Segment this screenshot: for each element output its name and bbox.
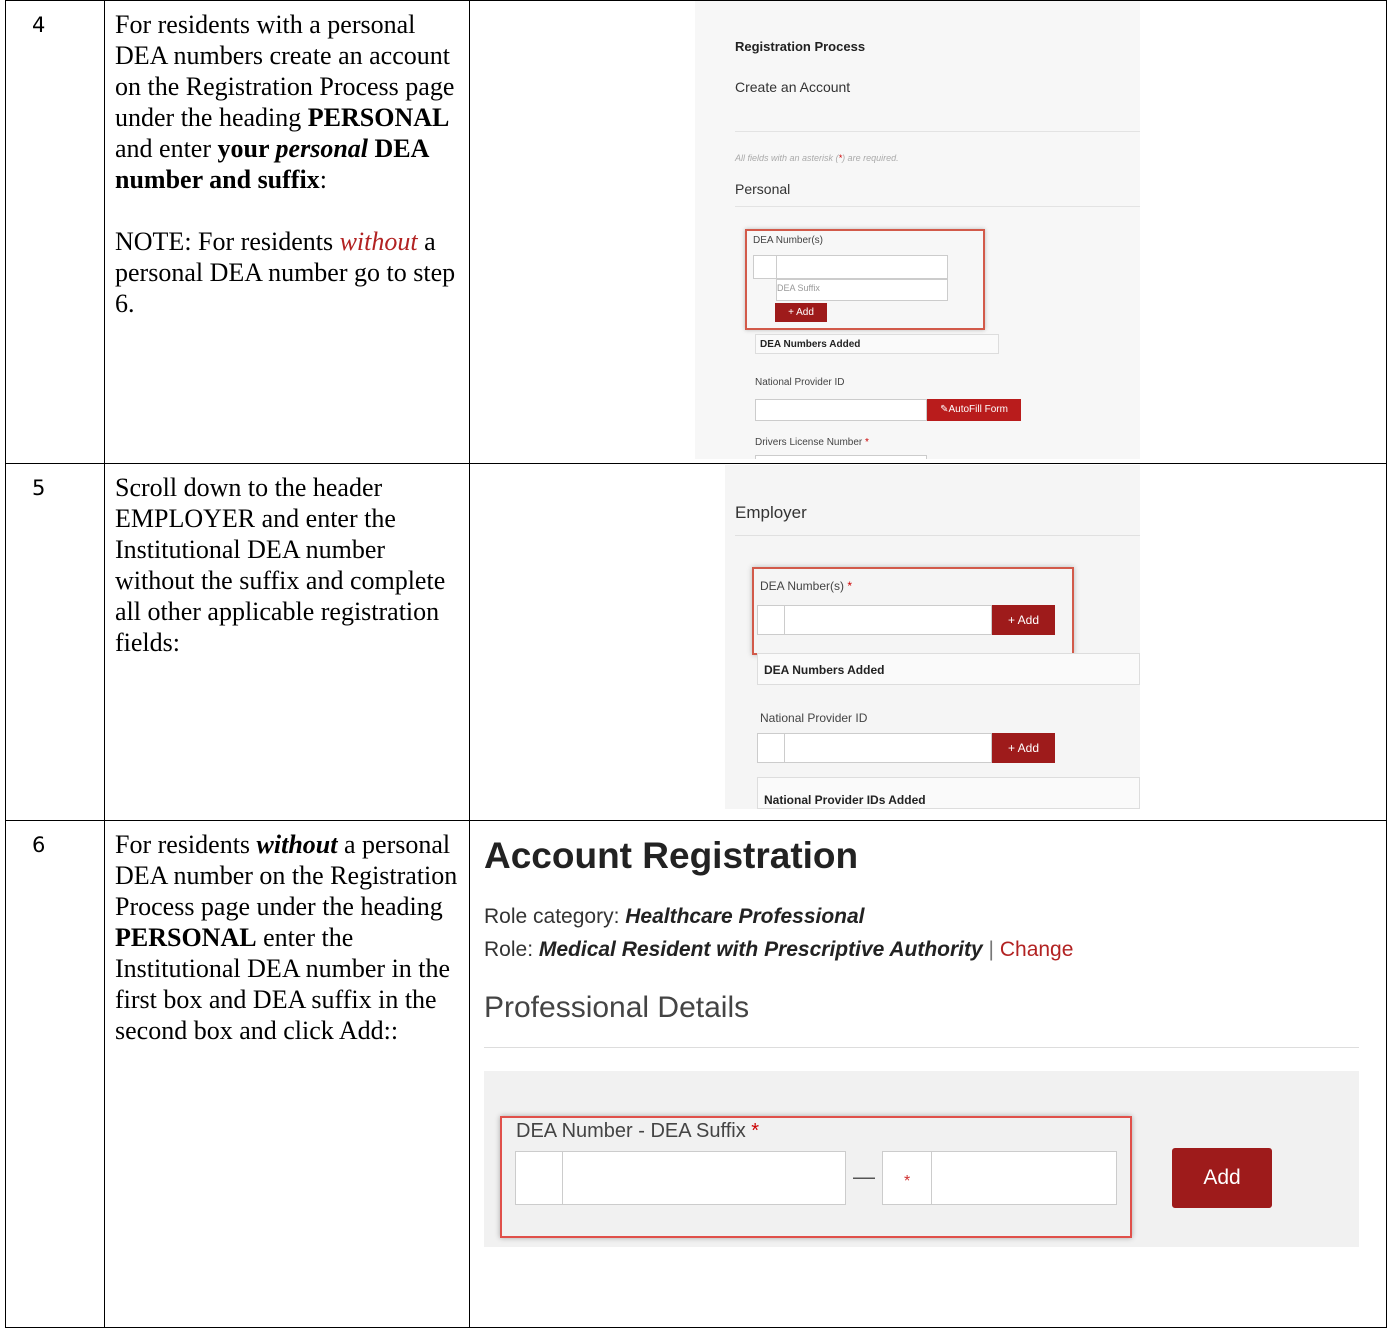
npi-prefix-box[interactable] bbox=[757, 733, 785, 763]
step-number: 5 bbox=[32, 476, 46, 500]
change-link[interactable]: Change bbox=[1000, 938, 1074, 961]
note-emphasis: without bbox=[339, 227, 418, 256]
account-registration-screenshot: Account Registration Role category: Heal… bbox=[470, 821, 1359, 1247]
step-text-cell: For residents without a personal DEA num… bbox=[104, 820, 470, 1328]
step-row-4: 4 For residents with a personal DEA numb… bbox=[5, 0, 1387, 464]
dea-suffix-input[interactable] bbox=[931, 1151, 1117, 1205]
instruction-text: and enter bbox=[115, 134, 218, 163]
dea-number-input[interactable] bbox=[562, 1151, 846, 1205]
dea-number-label: DEA Number(s) bbox=[753, 235, 824, 246]
employer-screenshot: Employer DEA Number(s) * + Add DEA Numbe… bbox=[725, 465, 1140, 809]
required-note: All fields with an asterisk (*) are requ… bbox=[735, 153, 899, 163]
dea-number-input[interactable] bbox=[784, 605, 992, 635]
step-screenshot-cell: Registration Process Create an Account A… bbox=[469, 0, 1387, 464]
divider bbox=[735, 131, 1140, 132]
steps-table: 4 For residents with a personal DEA numb… bbox=[5, 0, 1387, 1328]
section-title: Professional Details bbox=[484, 991, 750, 1024]
step-number-cell: 4 bbox=[5, 0, 105, 464]
dea-suffix-placeholder: DEA Suffix bbox=[777, 283, 820, 293]
dea-prefix-box[interactable] bbox=[515, 1151, 563, 1205]
step-text-cell: For residents with a personal DEA number… bbox=[104, 0, 470, 464]
dea-number-suffix-label: DEA Number - DEA Suffix * bbox=[516, 1120, 760, 1142]
instruction-text: : bbox=[319, 165, 327, 194]
section-title: Personal bbox=[735, 181, 791, 197]
step-text-cell: Scroll down to the header EMPLOYER and e… bbox=[104, 463, 470, 821]
page-title: Account Registration bbox=[484, 835, 859, 876]
divider bbox=[484, 1047, 1359, 1048]
step-screenshot-cell: Employer DEA Number(s) * + Add DEA Numbe… bbox=[469, 463, 1387, 821]
page-subheading: Create an Account bbox=[735, 79, 851, 95]
step-number: 6 bbox=[32, 833, 46, 857]
step-note: NOTE: For residents without a personal D… bbox=[115, 226, 459, 319]
dea-number-label: DEA Number(s) * bbox=[760, 579, 853, 593]
instruction-emphasis: personal bbox=[275, 134, 369, 163]
npi-ids-added: National Provider IDs Added bbox=[757, 777, 1140, 809]
separator-dash: — bbox=[853, 1164, 875, 1189]
add-button[interactable]: + Add bbox=[992, 605, 1055, 635]
add-button[interactable]: Add bbox=[1172, 1148, 1272, 1208]
npi-add-button[interactable]: + Add bbox=[992, 733, 1055, 763]
npi-label: National Provider ID bbox=[755, 377, 845, 388]
step-row-6: 6 For residents without a personal DEA n… bbox=[5, 820, 1387, 1328]
step-number: 4 bbox=[32, 13, 46, 37]
dea-numbers-added: DEA Numbers Added bbox=[757, 653, 1140, 685]
step-number-cell: 5 bbox=[5, 463, 105, 821]
instruction-emphasis: PERSONAL bbox=[307, 103, 450, 132]
section-title: Employer bbox=[735, 503, 807, 522]
divider bbox=[735, 206, 1140, 207]
dea-numbers-added: DEA Numbers Added bbox=[755, 334, 999, 354]
note-text: NOTE: For residents bbox=[115, 227, 340, 256]
step-instruction: For residents without a personal DEA num… bbox=[115, 829, 459, 1046]
instruction-emphasis: without bbox=[256, 830, 338, 859]
add-button[interactable]: + Add bbox=[775, 303, 827, 322]
dea-number-input[interactable] bbox=[776, 255, 948, 279]
step-instruction: Scroll down to the header EMPLOYER and e… bbox=[115, 473, 446, 657]
divider bbox=[735, 535, 1140, 536]
step-screenshot-cell: Account Registration Role category: Heal… bbox=[469, 820, 1387, 1328]
required-mark: * bbox=[904, 1173, 911, 1190]
autofill-button[interactable]: ✎AutoFill Form bbox=[927, 399, 1021, 421]
role-category: Role category: Healthcare Professional bbox=[484, 905, 865, 928]
step-number-cell: 6 bbox=[5, 820, 105, 1328]
registration-screenshot: Registration Process Create an Account A… bbox=[695, 1, 1140, 459]
drivers-license-input[interactable] bbox=[755, 455, 927, 459]
drivers-license-label: Drivers License Number * bbox=[755, 437, 869, 448]
dea-prefix-box[interactable] bbox=[753, 255, 777, 279]
instruction-emphasis: PERSONAL bbox=[115, 923, 257, 952]
instruction-text: For residents bbox=[115, 830, 257, 859]
npi-input[interactable] bbox=[784, 733, 992, 763]
step-row-5: 5 Scroll down to the header EMPLOYER and… bbox=[5, 463, 1387, 821]
role: Role: Medical Resident with Prescriptive… bbox=[484, 938, 1074, 961]
npi-label: National Provider ID bbox=[760, 711, 868, 725]
instruction-emphasis: your bbox=[217, 134, 276, 163]
npi-input[interactable] bbox=[755, 399, 927, 421]
dea-prefix-box[interactable] bbox=[757, 605, 785, 635]
page-heading: Registration Process bbox=[735, 39, 866, 54]
step-instruction: For residents with a personal DEA number… bbox=[115, 9, 459, 195]
